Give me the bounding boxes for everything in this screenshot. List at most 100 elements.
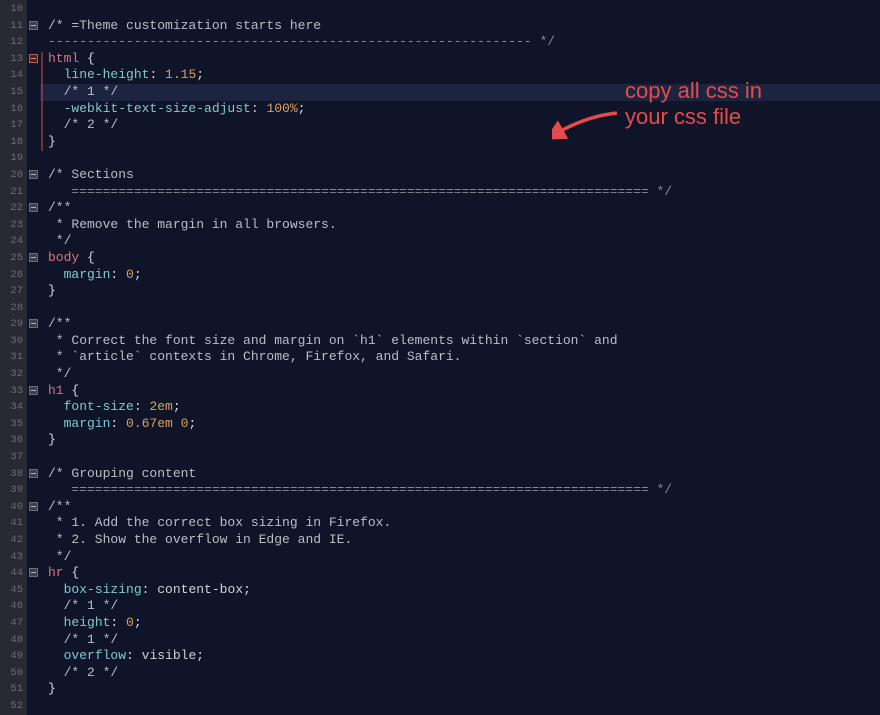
line-number: 25 <box>0 250 23 267</box>
token-comment: /* 1 */ <box>64 598 119 613</box>
code-line[interactable]: /** <box>40 499 880 516</box>
code-line[interactable]: height: 0; <box>40 615 880 632</box>
code-line[interactable]: ========================================… <box>40 482 880 499</box>
code-line[interactable]: body { <box>40 250 880 267</box>
code-line[interactable]: font-size: 2em; <box>40 399 880 416</box>
fold-toggle-icon[interactable] <box>29 568 38 577</box>
fold-toggle-icon[interactable] <box>29 54 38 63</box>
code-line[interactable]: h1 { <box>40 383 880 400</box>
code-line[interactable]: /* 2 */ <box>40 665 880 682</box>
token-punct: : <box>142 582 158 597</box>
code-line[interactable]: * `article` contexts in Chrome, Firefox,… <box>40 349 880 366</box>
code-editor[interactable]: 1011121314151617181920212223242526272829… <box>0 0 880 715</box>
code-line[interactable] <box>40 1 880 18</box>
token-comment: /* 2 */ <box>64 117 119 132</box>
code-line[interactable]: ----------------------------------------… <box>40 34 880 51</box>
line-number: 33 <box>0 383 23 400</box>
token-punct: ; <box>196 67 204 82</box>
code-line[interactable]: margin: 0; <box>40 267 880 284</box>
fold-toggle-icon[interactable] <box>29 386 38 395</box>
code-line[interactable]: /* 1 */ <box>40 598 880 615</box>
fold-toggle-icon[interactable] <box>29 502 38 511</box>
line-number: 27 <box>0 283 23 300</box>
token-pad <box>48 84 64 99</box>
token-comment: /* 2 */ <box>64 665 119 680</box>
code-line[interactable]: /* 2 */ <box>40 117 880 134</box>
token-pad <box>48 399 64 414</box>
token-faint: ========================================… <box>71 482 672 497</box>
token-brace: { <box>87 250 95 265</box>
token-comment: /* 1 */ <box>64 84 119 99</box>
code-line[interactable]: /* Grouping content <box>40 466 880 483</box>
token-num: 0.67em 0 <box>126 416 188 431</box>
code-line[interactable]: * Correct the font size and margin on `h… <box>40 333 880 350</box>
token-prop: font-size <box>64 399 134 414</box>
token-pad <box>48 416 64 431</box>
code-line[interactable]: overflow: visible; <box>40 648 880 665</box>
token-punct <box>79 51 87 66</box>
fold-toggle-icon[interactable] <box>29 203 38 212</box>
code-line[interactable]: /** <box>40 200 880 217</box>
code-line[interactable]: hr { <box>40 565 880 582</box>
code-line[interactable]: /** <box>40 316 880 333</box>
code-line[interactable]: /* =Theme customization starts here <box>40 18 880 35</box>
token-num: 2em <box>149 399 172 414</box>
token-comment: * Correct the font size and margin on `h… <box>48 333 618 348</box>
code-area[interactable]: /* =Theme customization starts here-----… <box>40 0 880 715</box>
token-brace: { <box>87 51 95 66</box>
code-line[interactable]: } <box>40 432 880 449</box>
code-line[interactable]: html { <box>40 51 880 68</box>
line-number: 19 <box>0 150 23 167</box>
token-selector: h1 <box>48 383 64 398</box>
code-line[interactable]: /* 1 */ <box>40 84 880 101</box>
code-line[interactable]: * Remove the margin in all browsers. <box>40 217 880 234</box>
line-number: 35 <box>0 416 23 433</box>
code-line[interactable]: } <box>40 681 880 698</box>
token-comment: /** <box>48 316 71 331</box>
token-prop: box-sizing <box>64 582 142 597</box>
code-line[interactable]: /* 1 */ <box>40 632 880 649</box>
line-number: 14 <box>0 67 23 84</box>
token-pad <box>48 665 64 680</box>
code-line[interactable] <box>40 449 880 466</box>
token-prop: margin <box>64 267 111 282</box>
code-line[interactable]: */ <box>40 366 880 383</box>
code-line[interactable]: } <box>40 134 880 151</box>
code-line[interactable] <box>40 300 880 317</box>
fold-toggle-icon[interactable] <box>29 170 38 179</box>
token-ident: visible <box>142 648 197 663</box>
code-line[interactable]: margin: 0.67em 0; <box>40 416 880 433</box>
code-line[interactable]: ========================================… <box>40 184 880 201</box>
token-punct <box>79 250 87 265</box>
line-number: 24 <box>0 233 23 250</box>
token-pad <box>48 267 64 282</box>
token-punct: : <box>110 416 126 431</box>
code-line[interactable]: box-sizing: content-box; <box>40 582 880 599</box>
code-line[interactable]: */ <box>40 233 880 250</box>
code-line[interactable]: } <box>40 283 880 300</box>
code-line[interactable]: -webkit-text-size-adjust: 100%; <box>40 101 880 118</box>
code-line[interactable] <box>40 698 880 715</box>
line-number: 32 <box>0 366 23 383</box>
code-line[interactable]: /* Sections <box>40 167 880 184</box>
fold-toggle-icon[interactable] <box>29 21 38 30</box>
line-number: 12 <box>0 34 23 51</box>
code-line[interactable]: * 2. Show the overflow in Edge and IE. <box>40 532 880 549</box>
token-selector: body <box>48 250 79 265</box>
line-number: 18 <box>0 134 23 151</box>
code-line[interactable]: */ <box>40 549 880 566</box>
code-line[interactable]: line-height: 1.15; <box>40 67 880 84</box>
fold-toggle-icon[interactable] <box>29 469 38 478</box>
token-prop: margin <box>64 416 111 431</box>
line-number: 23 <box>0 217 23 234</box>
line-number: 34 <box>0 399 23 416</box>
token-brace: } <box>48 283 56 298</box>
fold-toggle-icon[interactable] <box>29 319 38 328</box>
line-number: 46 <box>0 598 23 615</box>
code-line[interactable]: * 1. Add the correct box sizing in Firef… <box>40 515 880 532</box>
token-punct: : <box>110 615 126 630</box>
code-line[interactable] <box>40 150 880 167</box>
fold-toggle-icon[interactable] <box>29 253 38 262</box>
token-pad <box>48 67 64 82</box>
line-number: 52 <box>0 698 23 715</box>
